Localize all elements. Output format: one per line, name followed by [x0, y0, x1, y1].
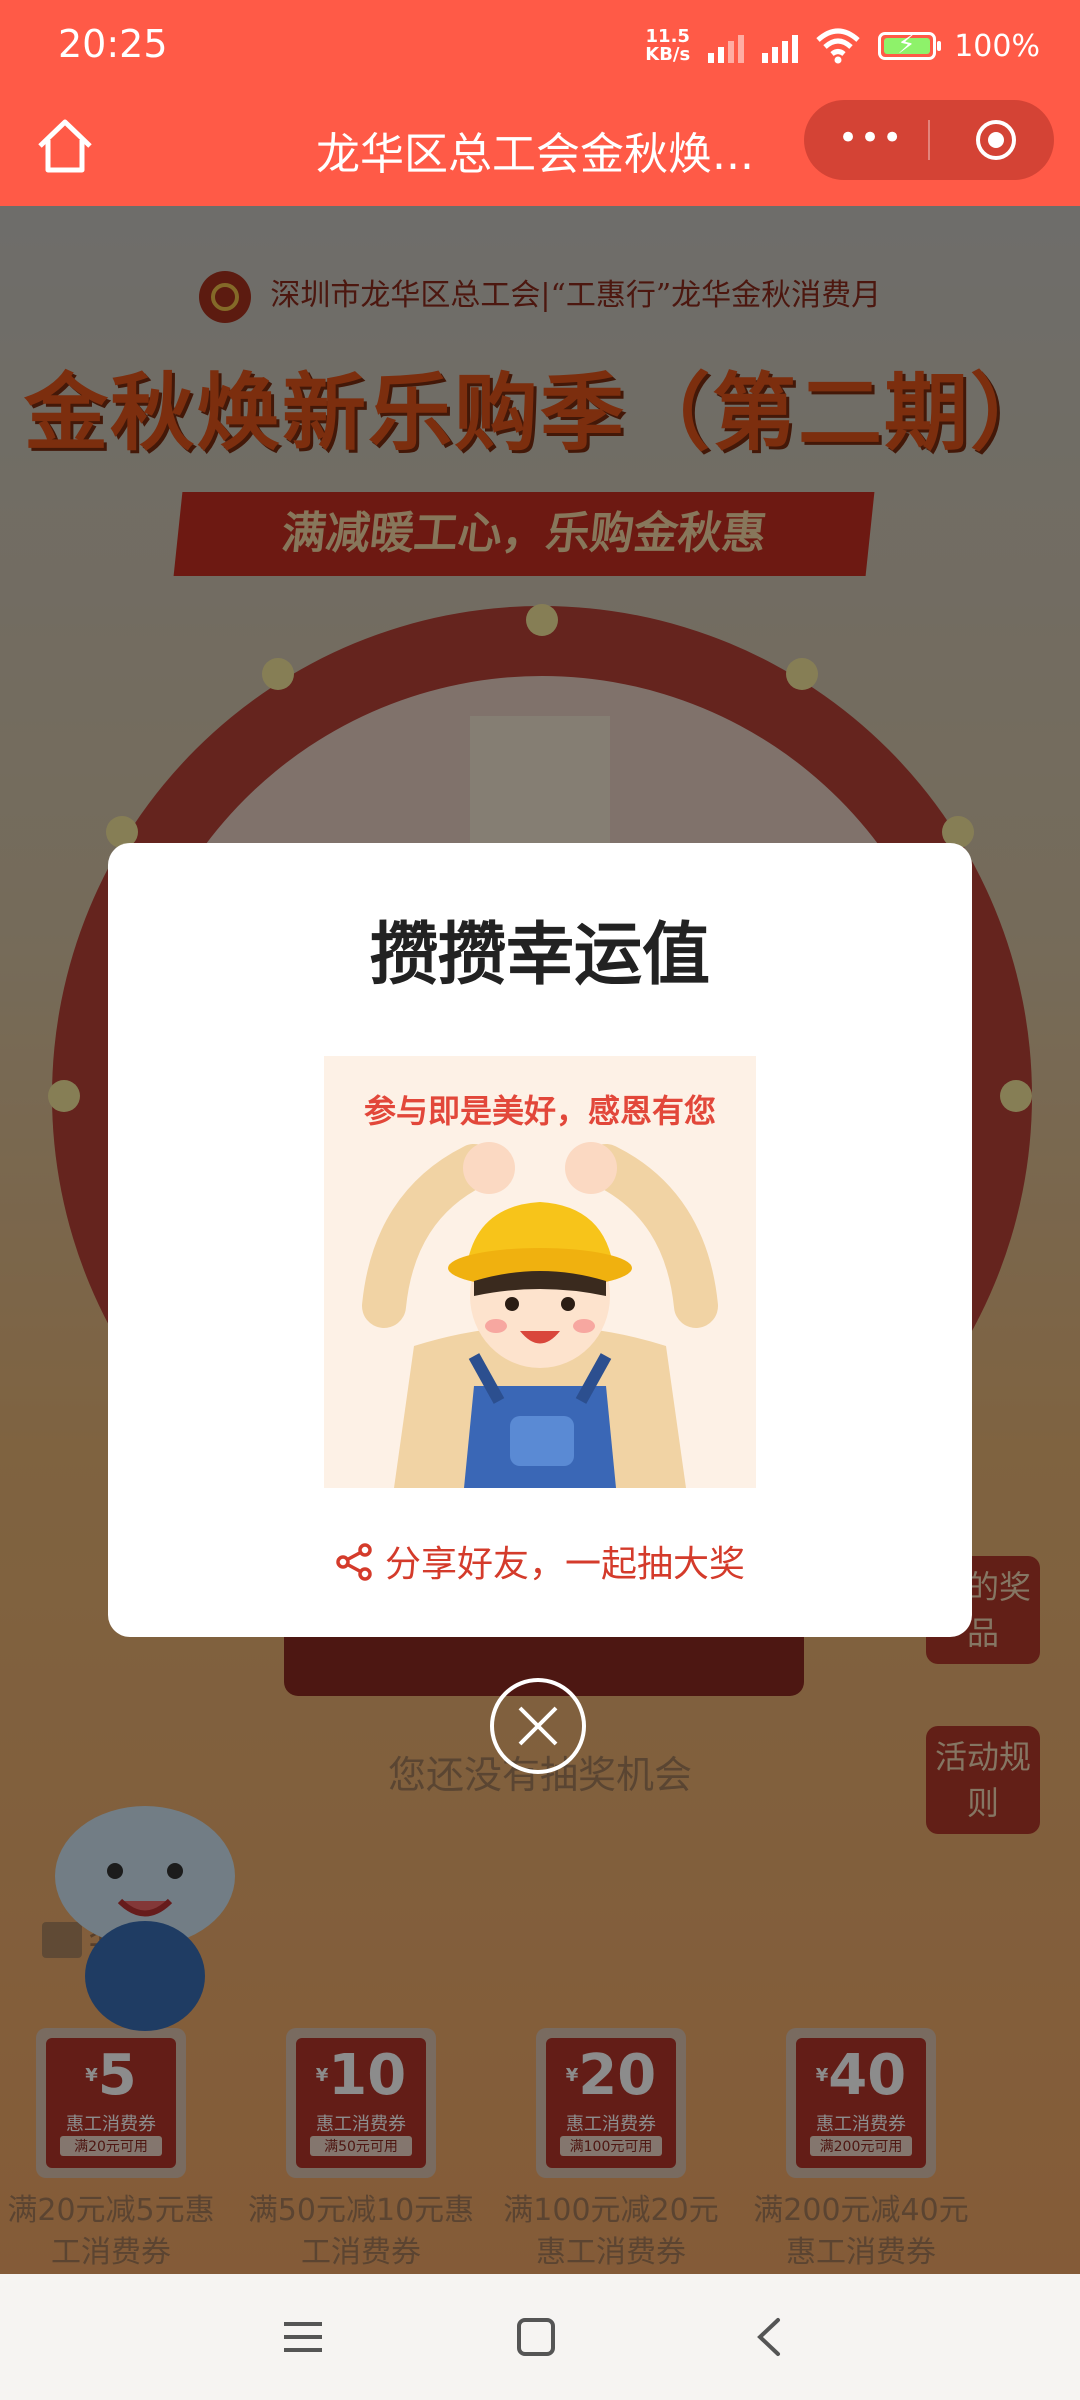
back-icon[interactable] — [746, 2312, 796, 2362]
title-bar: 龙华区总工会金秋焕... ••• — [0, 90, 1080, 206]
status-bar: 20:25 11.5 KB/s ⚡ 100% — [0, 0, 1080, 90]
signal-icon — [708, 29, 745, 63]
more-icon[interactable]: ••• — [838, 112, 902, 168]
thank-you-illustration: 参与即是美好，感恩有您 — [324, 1056, 756, 1488]
page-title: 龙华区总工会金秋焕... — [316, 129, 754, 180]
battery-icon: ⚡ — [878, 30, 942, 60]
clock-time: 20:25 — [58, 22, 168, 66]
home-square-icon[interactable] — [511, 2312, 561, 2362]
share-button[interactable]: 分享好友，一起抽大奖 — [108, 1535, 972, 1587]
mini-program-capsule: ••• — [804, 100, 1054, 180]
lucky-value-dialog: 攒攒幸运值 参与即是美好，感恩有您 分享好友，一起抽大奖 — [108, 843, 972, 1637]
worker-illustration — [362, 1142, 718, 1488]
wifi-icon — [816, 28, 860, 64]
menu-icon[interactable] — [278, 2312, 328, 2362]
share-icon — [336, 1543, 372, 1581]
close-target-icon[interactable] — [972, 116, 1020, 164]
battery-percent: 100% — [954, 28, 1040, 64]
network-speed: 11.5 KB/s — [645, 26, 691, 65]
status-icons: 11.5 KB/s ⚡ 100% — [645, 22, 1040, 70]
signal-icon — [762, 29, 799, 63]
close-dialog-button[interactable] — [490, 1678, 586, 1774]
dialog-title: 攒攒幸运值 — [369, 916, 710, 995]
close-icon — [518, 1706, 558, 1746]
system-nav-bar — [0, 2274, 1080, 2400]
home-icon[interactable] — [30, 112, 100, 182]
